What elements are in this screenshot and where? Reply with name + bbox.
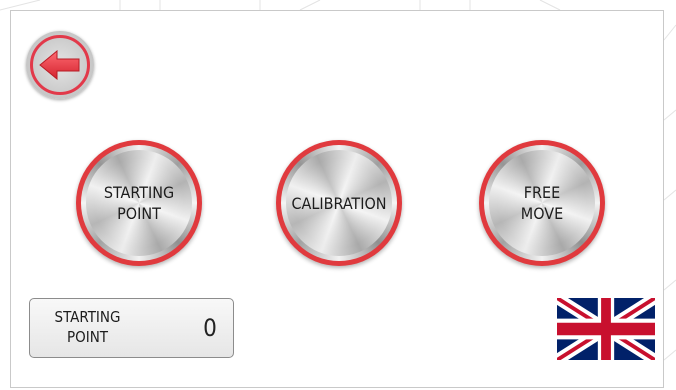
back-button[interactable] — [26, 31, 94, 99]
button-face: FREE MOVE — [489, 150, 595, 256]
starting-point-value: 0 — [203, 314, 217, 342]
starting-point-button[interactable]: STARTING POINT — [76, 140, 202, 266]
free-move-button[interactable]: FREE MOVE — [479, 140, 605, 266]
calibration-label: CALIBRATION — [291, 193, 387, 213]
button-face: CALIBRATION — [286, 150, 392, 256]
arrow-left-icon — [39, 50, 80, 80]
button-face: STARTING POINT — [86, 150, 192, 256]
free-move-label: FREE MOVE — [520, 183, 564, 223]
starting-point-display: STARTING POINT 0 — [29, 298, 234, 358]
uk-flag-icon[interactable] — [557, 298, 655, 360]
calibration-button[interactable]: CALIBRATION — [276, 140, 402, 266]
starting-point-label: STARTING POINT — [103, 183, 175, 223]
starting-point-display-label: STARTING POINT — [54, 308, 121, 346]
